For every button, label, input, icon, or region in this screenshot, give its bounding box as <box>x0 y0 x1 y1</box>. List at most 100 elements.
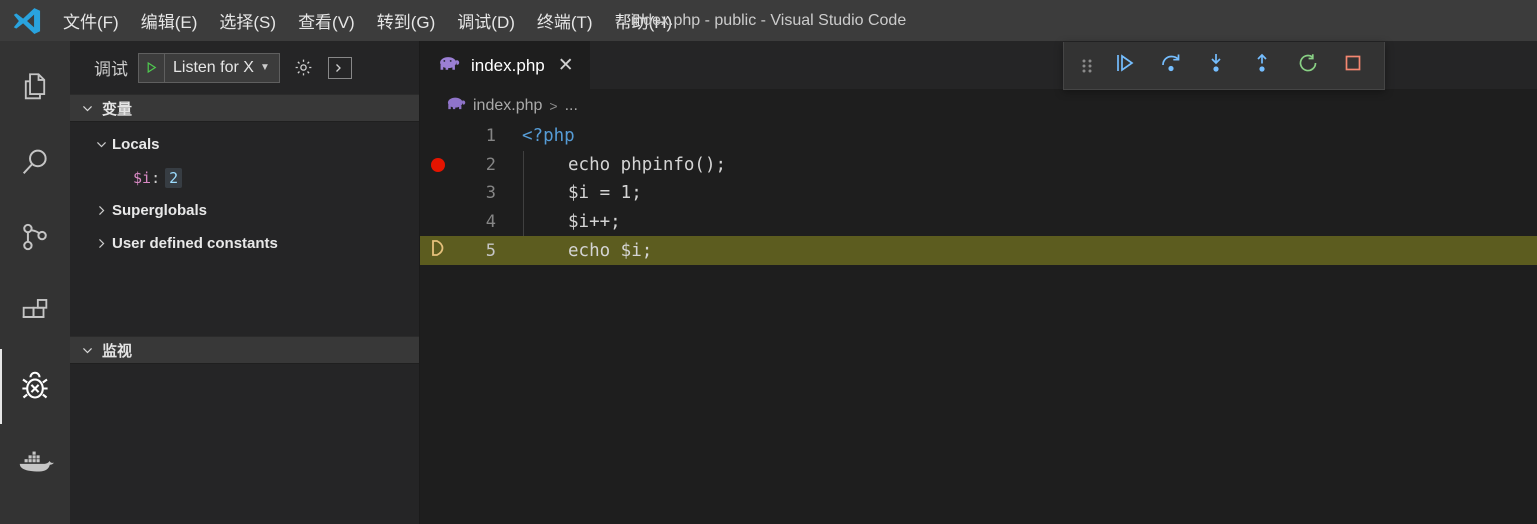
code-token: echo $i; <box>568 240 653 261</box>
chevron-down-icon <box>79 102 95 115</box>
step-over-icon <box>1159 51 1183 80</box>
php-elephant-icon <box>438 55 460 76</box>
chevron-down-icon[interactable]: ▼ <box>260 62 277 73</box>
code-line-2[interactable]: 2 echo phpinfo(); <box>420 151 1537 180</box>
step-out-button[interactable] <box>1239 49 1285 83</box>
tree-item-locals[interactable]: Locals <box>70 128 419 161</box>
watch-expressions-list <box>70 364 419 524</box>
restart-button[interactable] <box>1285 49 1331 83</box>
debug-configuration-select[interactable]: Listen for X ▼ <box>138 52 280 83</box>
line-number: 4 <box>485 212 496 233</box>
close-icon[interactable]: ✕ <box>556 56 576 75</box>
activity-item-docker[interactable] <box>0 424 70 499</box>
activity-bar <box>0 41 70 524</box>
activity-item-extensions[interactable] <box>0 274 70 349</box>
vscode-window: 文件(F) 编辑(E) 选择(S) 查看(V) 转到(G) 调试(D) 终端(T… <box>0 0 1537 524</box>
menu-go[interactable]: 转到(G) <box>366 6 447 35</box>
drag-handle-icon[interactable] <box>1072 51 1102 81</box>
code-line-content: echo $i; <box>506 241 1537 261</box>
activity-item-folder[interactable] <box>0 499 70 524</box>
tree-item-superglobals[interactable]: Superglobals <box>70 194 419 227</box>
stop-icon <box>1341 51 1365 80</box>
line-number: 1 <box>485 126 496 147</box>
activity-item-explorer[interactable] <box>0 49 70 124</box>
code-line-5[interactable]: 5 echo $i; <box>420 236 1537 265</box>
gear-icon[interactable] <box>290 54 318 82</box>
chevron-right-icon <box>90 204 112 217</box>
tab-index-php[interactable]: index.php ✕ <box>420 41 590 89</box>
line-number: 3 <box>485 183 496 204</box>
code-line-content: $i = 1; <box>506 183 1537 203</box>
tree-item-label: Locals <box>112 136 160 153</box>
open-debug-console-icon[interactable] <box>327 56 352 79</box>
chevron-right-icon: > <box>549 97 558 114</box>
code-line-content: echo phpinfo(); <box>506 155 1537 175</box>
breakpoint-icon[interactable] <box>431 157 445 172</box>
variables-section: 变量 Locals $i : 2 Superglobals User defin… <box>70 94 419 336</box>
menu-bar: 文件(F) 编辑(E) 选择(S) 查看(V) 转到(G) 调试(D) 终端(T… <box>52 6 683 35</box>
activity-item-search[interactable] <box>0 124 70 199</box>
menu-view[interactable]: 查看(V) <box>287 6 366 35</box>
breakpoint-gutter[interactable] <box>420 238 456 263</box>
code-line-3[interactable]: 3 $i = 1; <box>420 179 1537 208</box>
tree-item-user-defined-constants[interactable]: User defined constants <box>70 227 419 260</box>
play-triangle-icon[interactable] <box>139 53 165 82</box>
activity-item-run-and-debug[interactable] <box>0 349 70 424</box>
docker-whale-icon <box>16 447 54 477</box>
code-line-1[interactable]: 1 <?php <box>420 122 1537 151</box>
code-token: $i = 1; <box>568 183 642 204</box>
menu-help[interactable]: 帮助(H) <box>604 6 684 35</box>
breadcrumb: index.php > ... <box>420 89 1537 122</box>
variables-section-title: 变量 <box>102 100 133 118</box>
chevron-down-icon <box>79 344 95 357</box>
debug-configuration-name: Listen for X <box>173 58 254 76</box>
folder-icon <box>18 520 52 524</box>
editor-group: index.php ✕ index.php > ... 1 <?php 2 ec… <box>420 41 1537 524</box>
step-out-icon <box>1250 51 1274 80</box>
stop-button[interactable] <box>1330 49 1376 83</box>
debug-floating-toolbar <box>1063 42 1385 90</box>
tab-label: index.php <box>471 55 545 75</box>
step-over-button[interactable] <box>1148 49 1194 83</box>
debug-sidebar: 调试 Listen for X ▼ 变量 Locals $i: 2 Super… <box>70 41 420 524</box>
menu-selection[interactable]: 选择(S) <box>208 6 287 35</box>
debug-config-toolbar: 调试 Listen for X ▼ <box>70 41 419 94</box>
chevron-right-icon <box>90 237 112 250</box>
continue-button[interactable] <box>1102 49 1148 83</box>
menu-terminal[interactable]: 终端(T) <box>526 6 604 35</box>
extensions-icon <box>18 295 52 329</box>
debug-current-line-arrow-icon <box>429 238 447 263</box>
variables-section-header[interactable]: 变量 <box>70 94 419 122</box>
run-and-debug-icon <box>17 369 53 405</box>
variable-name: $i <box>133 168 152 187</box>
chevron-down-icon <box>90 138 112 151</box>
breadcrumb-overflow[interactable]: ... <box>565 97 578 115</box>
code-token: <?php <box>522 126 575 147</box>
debug-panel-title: 调试 <box>94 60 128 79</box>
step-into-button[interactable] <box>1194 49 1240 83</box>
breadcrumb-file[interactable]: index.php <box>473 97 542 115</box>
continue-icon <box>1113 51 1137 80</box>
code-token: $i++; <box>568 212 621 233</box>
menu-debug[interactable]: 调试(D) <box>446 6 526 35</box>
source-control-icon <box>18 220 52 254</box>
breakpoint-gutter[interactable] <box>420 157 456 172</box>
variable-row-i[interactable]: $i : 2 <box>70 161 419 194</box>
code-line-content: $i++; <box>506 212 1537 232</box>
activity-item-source-control[interactable] <box>0 199 70 274</box>
tree-item-label: User defined constants <box>112 235 278 252</box>
watch-section-title: 监视 <box>102 342 133 360</box>
line-number: 5 <box>485 240 496 261</box>
code-line-content: <?php <box>506 126 1537 146</box>
watch-section-header[interactable]: 监视 <box>70 336 419 364</box>
tree-item-label: Superglobals <box>112 202 208 219</box>
variable-value[interactable]: 2 <box>165 167 183 188</box>
vscode-logo-icon <box>0 0 52 41</box>
title-bar: 文件(F) 编辑(E) 选择(S) 查看(V) 转到(G) 调试(D) 终端(T… <box>0 0 1537 41</box>
line-number: 2 <box>485 154 496 175</box>
variable-colon: : <box>151 168 161 187</box>
menu-file[interactable]: 文件(F) <box>52 6 130 35</box>
code-editor[interactable]: 1 <?php 2 echo phpinfo(); 3 $i = 1; 4 $i… <box>420 122 1537 524</box>
code-line-4[interactable]: 4 $i++; <box>420 208 1537 237</box>
menu-edit[interactable]: 编辑(E) <box>130 6 209 35</box>
